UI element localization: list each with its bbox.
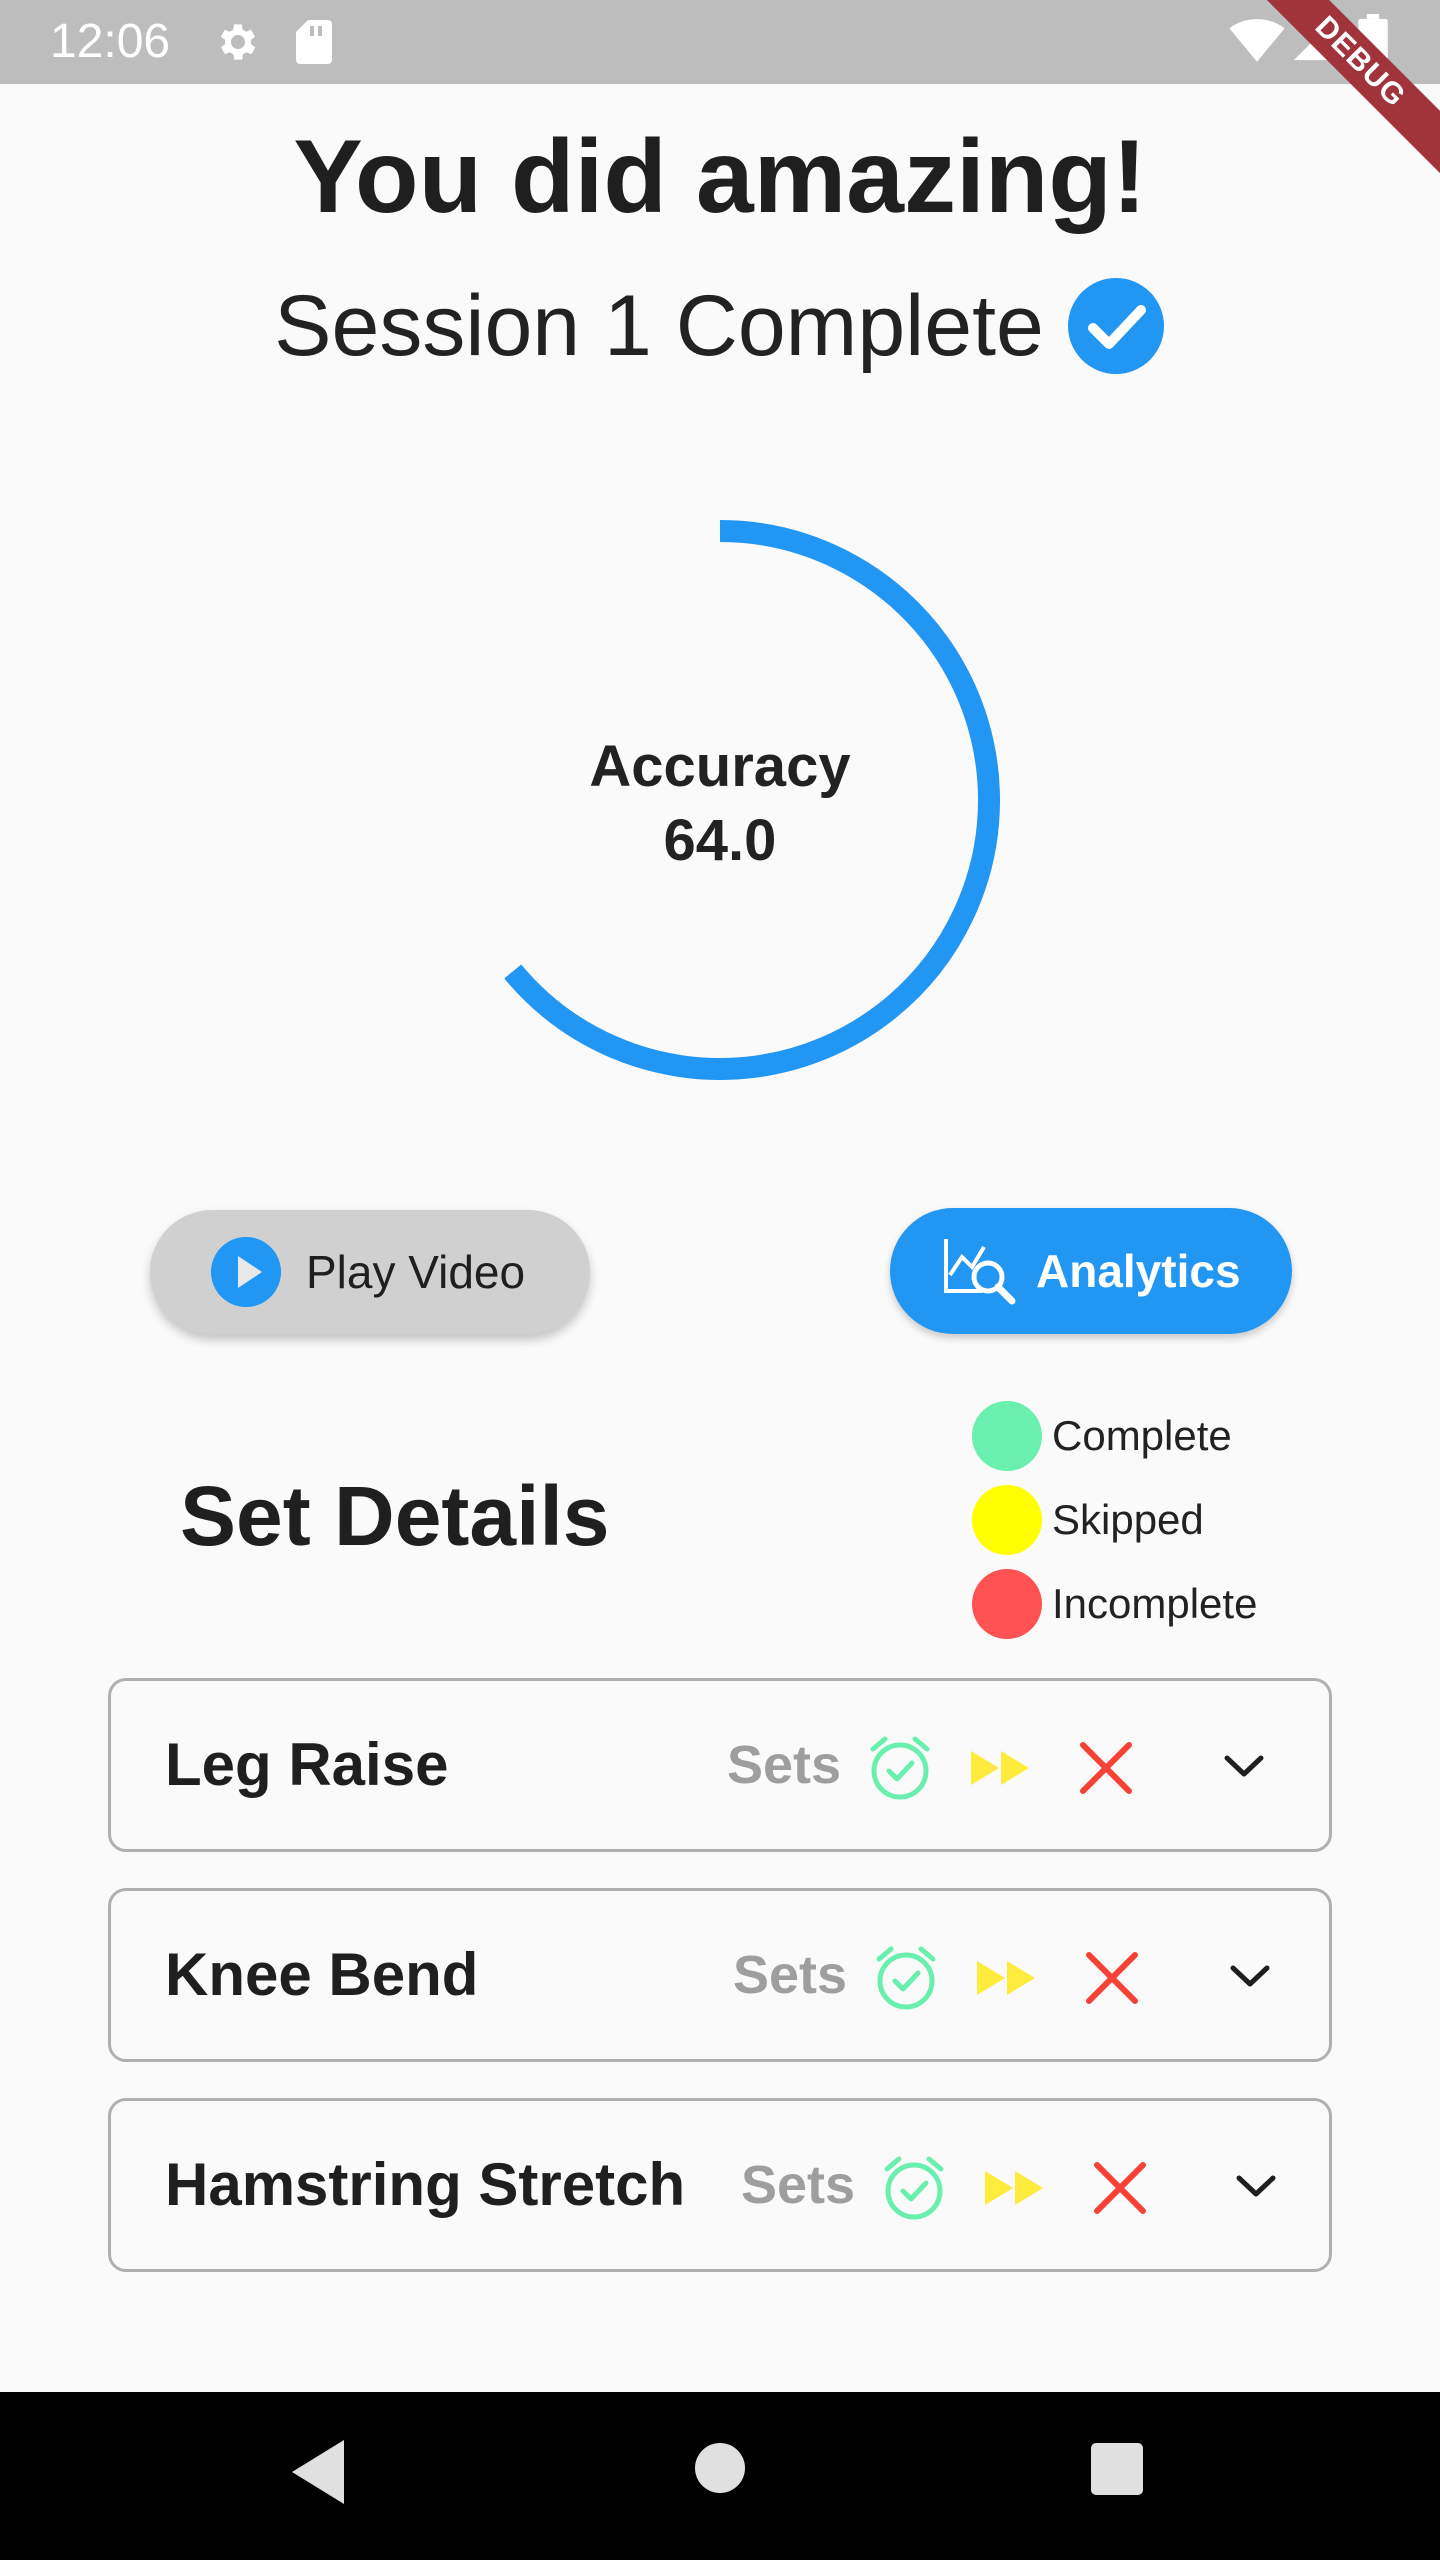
analytics-label: Analytics — [1036, 1245, 1241, 1297]
status-bar: 12:06 DEBUG — [0, 0, 1440, 184]
gear-icon — [220, 24, 256, 60]
chevron-down-icon[interactable] — [1231, 2161, 1281, 2211]
close-icon — [1080, 1742, 1132, 1794]
back-icon[interactable] — [288, 2436, 348, 2508]
sets-label: Sets — [727, 1735, 842, 1795]
analytics-button[interactable]: Analytics — [890, 1208, 1292, 1334]
legend-label: Incomplete — [1052, 1580, 1258, 1627]
legend-item-incomplete: Incomplete — [972, 1562, 1257, 1646]
sd-card-icon — [296, 20, 332, 64]
legend-dot-incomplete — [972, 1569, 1042, 1639]
wifi-icon — [1229, 19, 1285, 62]
close-icon — [1094, 2162, 1146, 2214]
accuracy-label: Accuracy — [589, 734, 851, 799]
exercise-name: Knee Bend — [165, 1941, 479, 2008]
legend-label: Complete — [1052, 1412, 1232, 1459]
fast-forward-icon — [985, 2171, 1043, 2205]
sets-label: Sets — [741, 2155, 856, 2215]
page-title: You did amazing! — [293, 119, 1147, 235]
alarm-check-icon — [870, 1736, 930, 1800]
set-details-title: Set Details — [180, 1469, 610, 1563]
check-circle-icon — [1067, 278, 1164, 374]
alarm-check-icon — [876, 1946, 936, 2010]
status-time: 12:06 — [50, 15, 171, 68]
navigation-bar — [0, 2392, 1440, 2560]
home-icon[interactable] — [694, 2442, 746, 2494]
chevron-down-icon[interactable] — [1225, 1951, 1275, 2001]
exercise-card-knee-bend[interactable]: Knee Bend Sets — [108, 1888, 1332, 2062]
alarm-check-icon — [884, 2156, 944, 2220]
play-video-label: Play Video — [306, 1246, 526, 1298]
fast-forward-icon — [971, 1751, 1029, 1785]
close-icon — [1086, 1952, 1138, 2004]
gauge-label: Accuracy 64.0 — [440, 730, 1000, 878]
exercise-card-leg-raise[interactable]: Leg Raise Sets — [108, 1678, 1332, 1852]
session-row: Session 1 Complete — [0, 276, 1440, 376]
legend-item-skipped: Skipped — [972, 1478, 1257, 1562]
exercise-name: Leg Raise — [165, 1731, 449, 1798]
status-legend: Complete Skipped Incomplete — [972, 1394, 1257, 1646]
chevron-down-icon[interactable] — [1219, 1741, 1269, 1791]
play-video-button[interactable]: Play Video — [150, 1210, 590, 1334]
exercise-name: Hamstring Stretch — [165, 2151, 686, 2218]
sets-label: Sets — [733, 1945, 848, 2005]
legend-label: Skipped — [1052, 1496, 1204, 1543]
exercise-card-hamstring-stretch[interactable]: Hamstring Stretch Sets — [108, 2098, 1332, 2272]
analytics-search-icon — [944, 1239, 1016, 1305]
fast-forward-icon — [977, 1961, 1035, 1995]
session-label: Session 1 Complete — [274, 277, 1044, 374]
play-circle-icon — [211, 1237, 281, 1307]
recent-apps-icon[interactable] — [1090, 2442, 1144, 2496]
legend-dot-complete — [972, 1401, 1042, 1471]
accuracy-value: 64.0 — [663, 808, 777, 873]
legend-item-complete: Complete — [972, 1394, 1257, 1478]
legend-dot-skipped — [972, 1485, 1042, 1555]
